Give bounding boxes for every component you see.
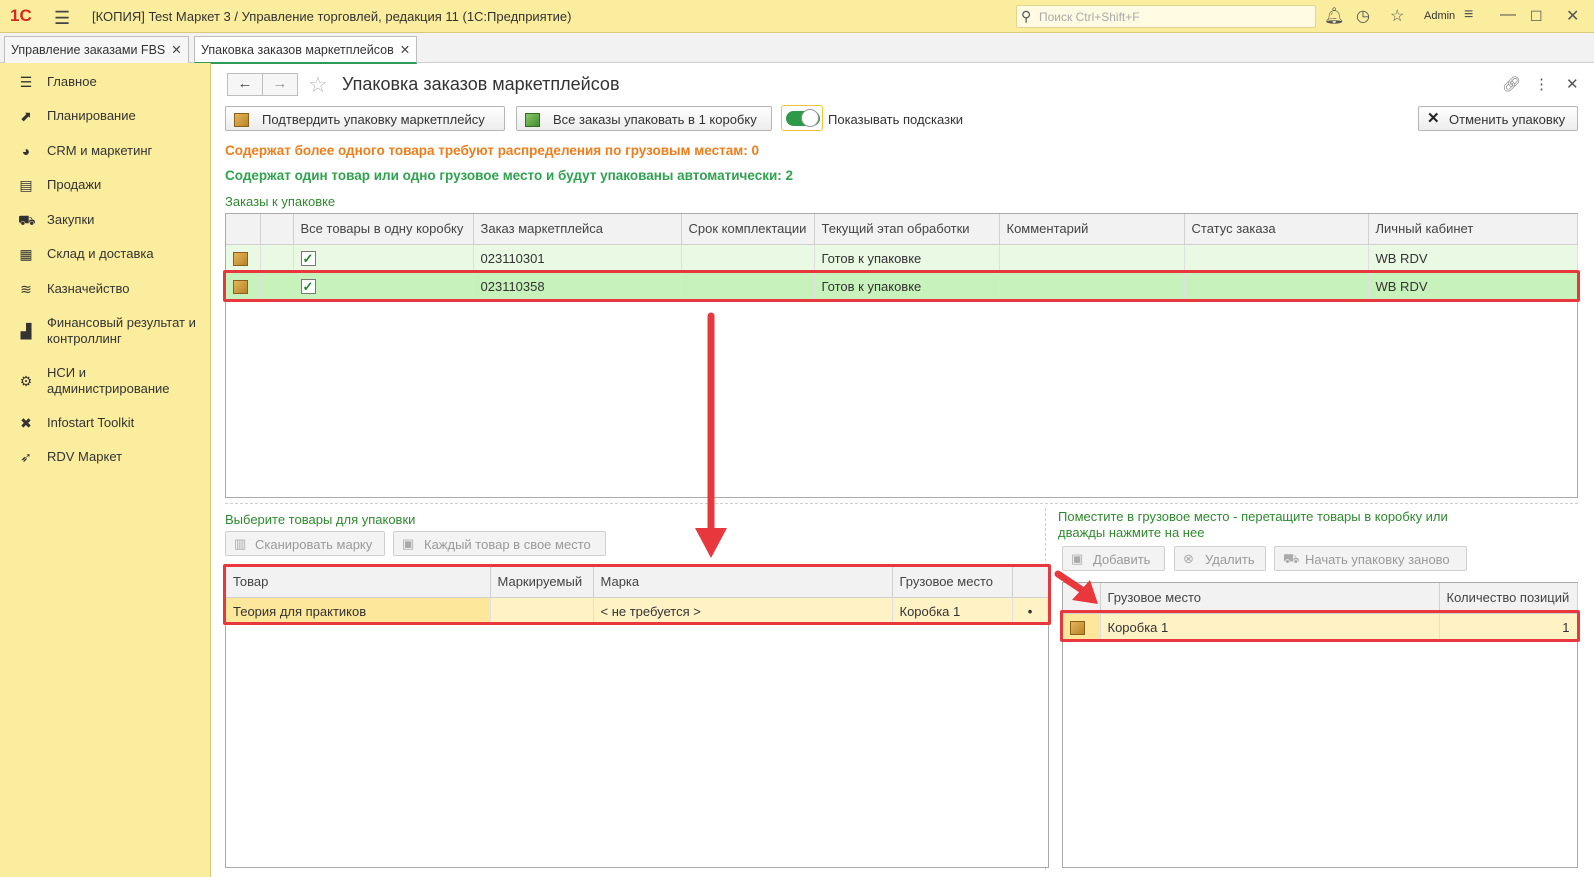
arrow-down-head <box>695 528 727 558</box>
annotation-arrows <box>695 312 1098 604</box>
arrow-diagonal <box>1054 570 1086 594</box>
